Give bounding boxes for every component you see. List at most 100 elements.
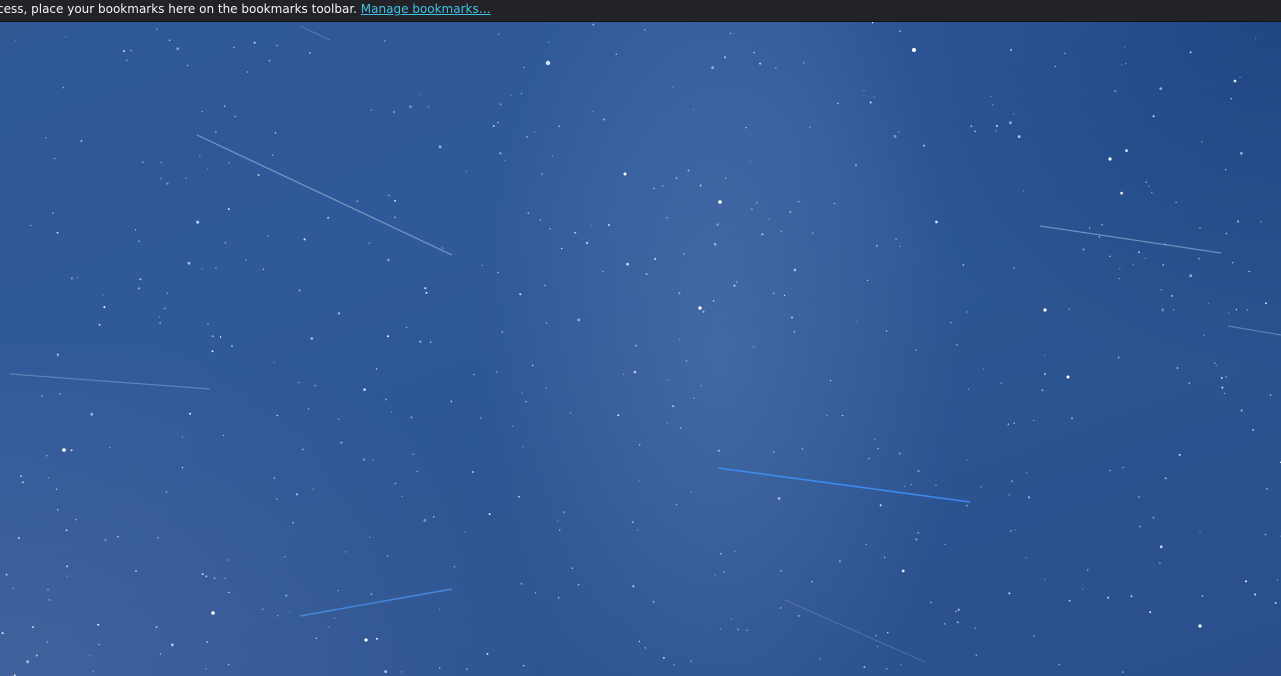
star [615,53,617,55]
star [1265,302,1267,305]
star [1203,334,1205,337]
star [1017,135,1021,138]
star [1027,496,1030,498]
star [879,504,882,507]
meteor-trail [196,134,453,256]
meteor-trail [1039,225,1222,254]
star [519,293,522,296]
star [1148,185,1150,188]
star [623,373,625,375]
star [698,306,702,310]
star [1199,530,1201,532]
star [730,618,733,620]
star [1240,409,1243,412]
meteor-trail [1227,325,1281,336]
star [1151,191,1153,194]
star [992,104,994,106]
star [276,44,278,47]
star [298,289,301,292]
star [1125,149,1128,152]
star [980,486,982,488]
star [423,518,427,522]
star [364,638,368,642]
star [915,349,917,351]
star [632,585,635,588]
star [723,571,725,573]
star [1201,595,1204,597]
star [130,49,132,52]
star [1125,62,1127,65]
star [793,268,797,272]
star [678,292,681,295]
star [903,485,906,488]
star [966,311,968,313]
star [1223,392,1226,395]
star [602,118,605,121]
star [559,529,561,531]
star [563,511,565,513]
star [1172,309,1175,311]
star [187,261,191,265]
star [990,95,992,98]
star [48,477,50,479]
star [717,449,720,452]
star [869,101,872,104]
star [1041,389,1044,392]
star [544,284,546,287]
star [388,194,390,197]
star [522,446,524,448]
star [1269,394,1272,396]
star [273,477,276,479]
star [683,253,685,255]
star [206,641,208,643]
star [288,611,291,613]
star [1199,227,1201,230]
star [1013,113,1015,115]
star [453,566,456,568]
star [1198,258,1200,260]
star [1175,201,1177,204]
star [340,441,343,444]
star [534,592,537,594]
star [950,321,952,324]
star [497,121,499,124]
star [841,414,844,417]
star [138,287,140,290]
star [430,341,432,343]
star [450,400,453,403]
star [394,216,396,219]
star [1108,157,1112,161]
star [702,310,705,313]
star [376,637,378,640]
star [617,414,620,417]
star [57,509,59,511]
star [974,627,976,629]
star [170,643,174,647]
star [1176,367,1179,369]
manage-bookmarks-link[interactable]: Manage bookmarks… [361,2,491,16]
star [207,168,209,170]
star [303,238,306,241]
star [1025,556,1027,559]
star [246,71,249,73]
star [185,177,187,179]
star [539,219,542,221]
star [874,438,876,441]
star [386,555,389,557]
star [215,131,217,133]
star [433,516,435,518]
star [298,381,300,384]
star [690,491,692,493]
star [912,48,916,52]
star [783,294,786,297]
star [312,488,315,490]
star [117,535,119,538]
star [390,411,392,413]
star [363,388,366,391]
star [109,446,111,449]
star [1044,578,1046,581]
star [673,664,675,666]
star [35,654,38,657]
star [899,245,901,248]
star [1274,601,1277,604]
